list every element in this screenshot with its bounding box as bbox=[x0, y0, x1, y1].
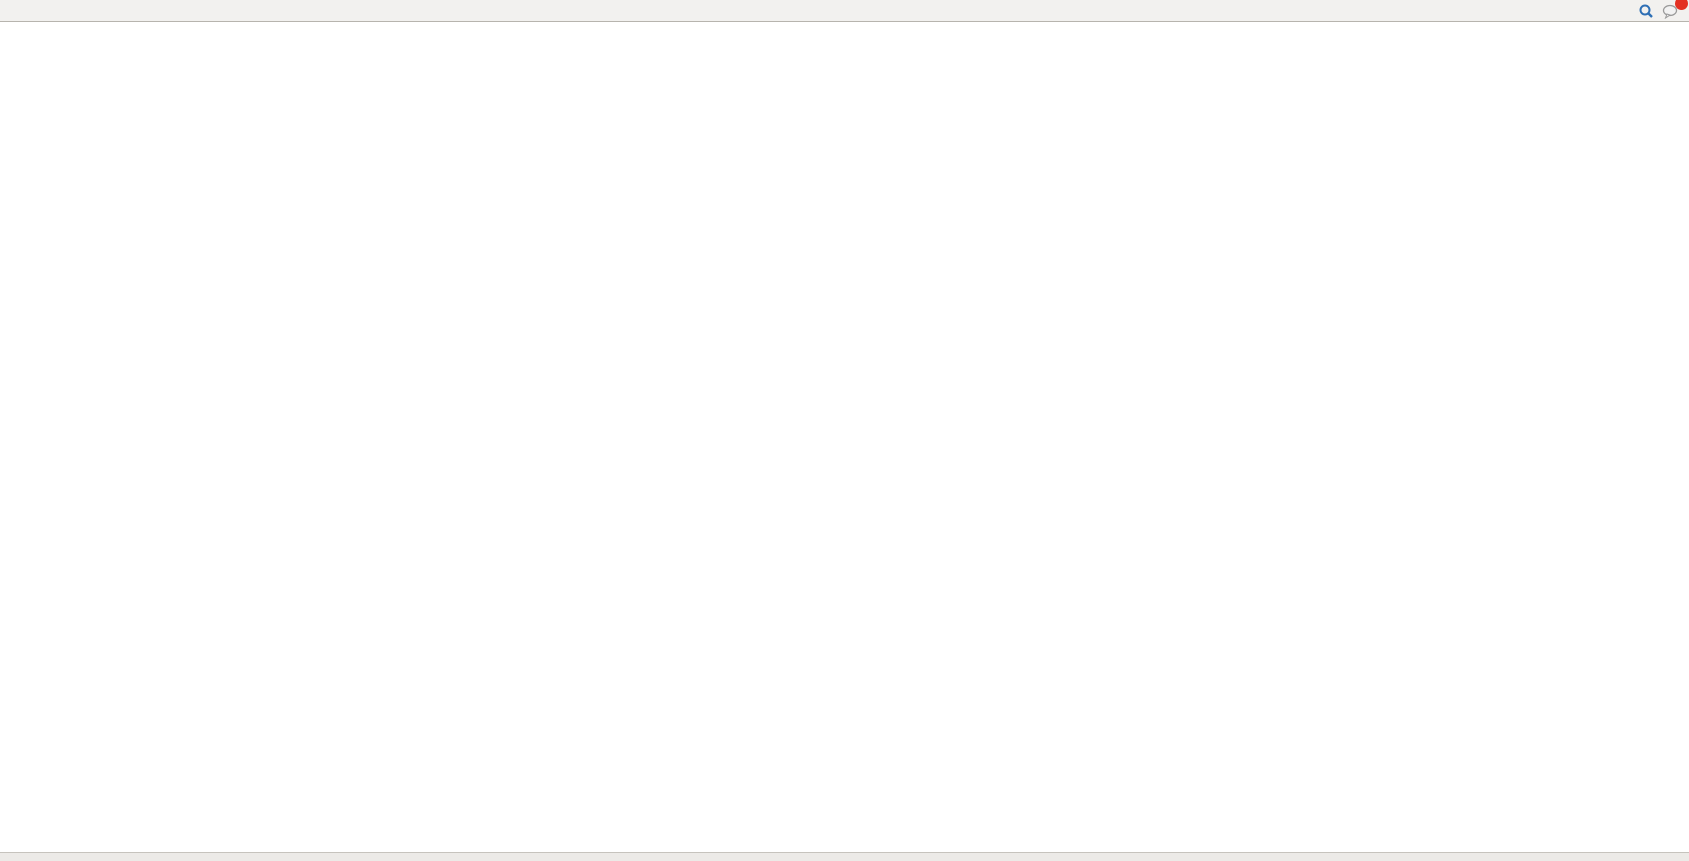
chart-canvas[interactable] bbox=[0, 0, 1689, 860]
timeframe-toolbar bbox=[4, 0, 8, 21]
search-icon bbox=[1638, 3, 1654, 19]
main-toolbar bbox=[0, 0, 1689, 22]
search-button[interactable] bbox=[1634, 0, 1658, 21]
notification-count-badge bbox=[1675, 0, 1688, 10]
notifications-button[interactable] bbox=[1658, 0, 1683, 21]
